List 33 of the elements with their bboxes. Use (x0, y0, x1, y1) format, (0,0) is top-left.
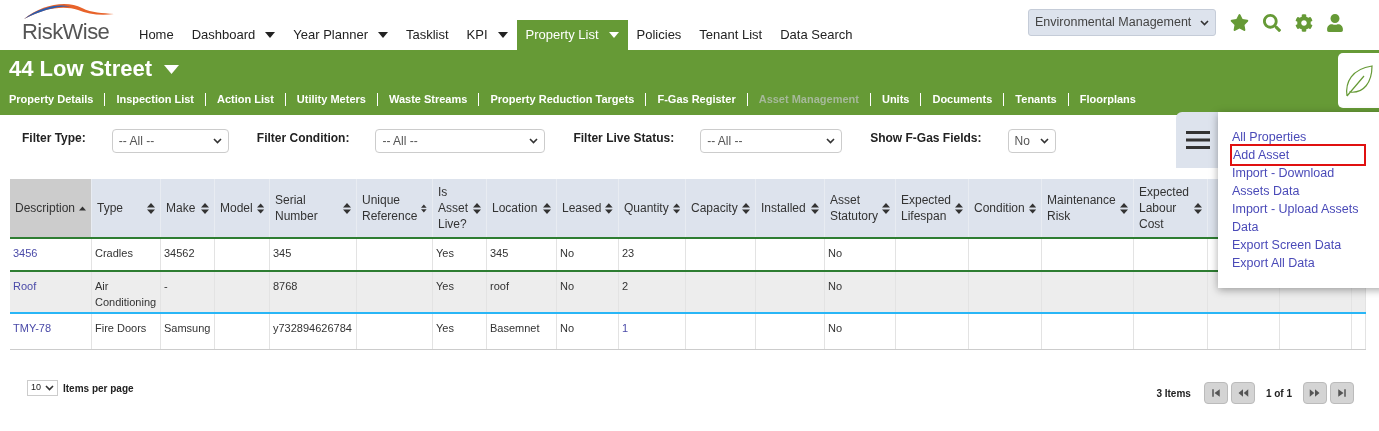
table-cell: - (164, 280, 168, 292)
property-title: 44 Low Street (9, 55, 153, 83)
item-count: 3 Items (1156, 386, 1191, 401)
table-cell: No (828, 322, 843, 334)
table-cell: Air Conditioning (95, 280, 157, 308)
table-cell: Samsung (164, 322, 211, 334)
table-cell: Yes (436, 322, 454, 334)
table-cell: No (560, 280, 575, 292)
table-cell: 23 (622, 247, 635, 259)
table-cell: Cradles (95, 247, 133, 259)
table-cell: 1 (622, 322, 629, 334)
table-cell: No (560, 247, 575, 259)
filter-label: Filter Type: (22, 130, 86, 147)
table-cell: No (828, 247, 843, 259)
table-cell: Yes (436, 280, 454, 292)
table-cell: No (560, 322, 575, 334)
table-cell: 345 (490, 247, 509, 259)
table-cell: Fire Doors (95, 322, 147, 334)
table-cell: 8768 (273, 280, 298, 292)
filter-label: Show F-Gas Fields: (870, 130, 982, 147)
filter-label: Filter Live Status: (573, 130, 675, 147)
table-cell: Yes (436, 247, 454, 259)
items-per-page-label: Items per page (63, 381, 134, 396)
table-cell: 2 (622, 280, 629, 292)
logo-text: RiskWise (22, 20, 110, 44)
table-cell: 34562 (164, 247, 195, 259)
table-cell: y732894626784 (273, 322, 352, 334)
page-indicator: 1 of 1 (1265, 386, 1292, 401)
table-cell: roof (490, 280, 509, 292)
filter-label: Filter Condition: (256, 130, 350, 147)
table-cell: 345 (273, 247, 292, 259)
table-cell: No (828, 280, 843, 292)
table-cell: Basemnet (490, 322, 540, 334)
